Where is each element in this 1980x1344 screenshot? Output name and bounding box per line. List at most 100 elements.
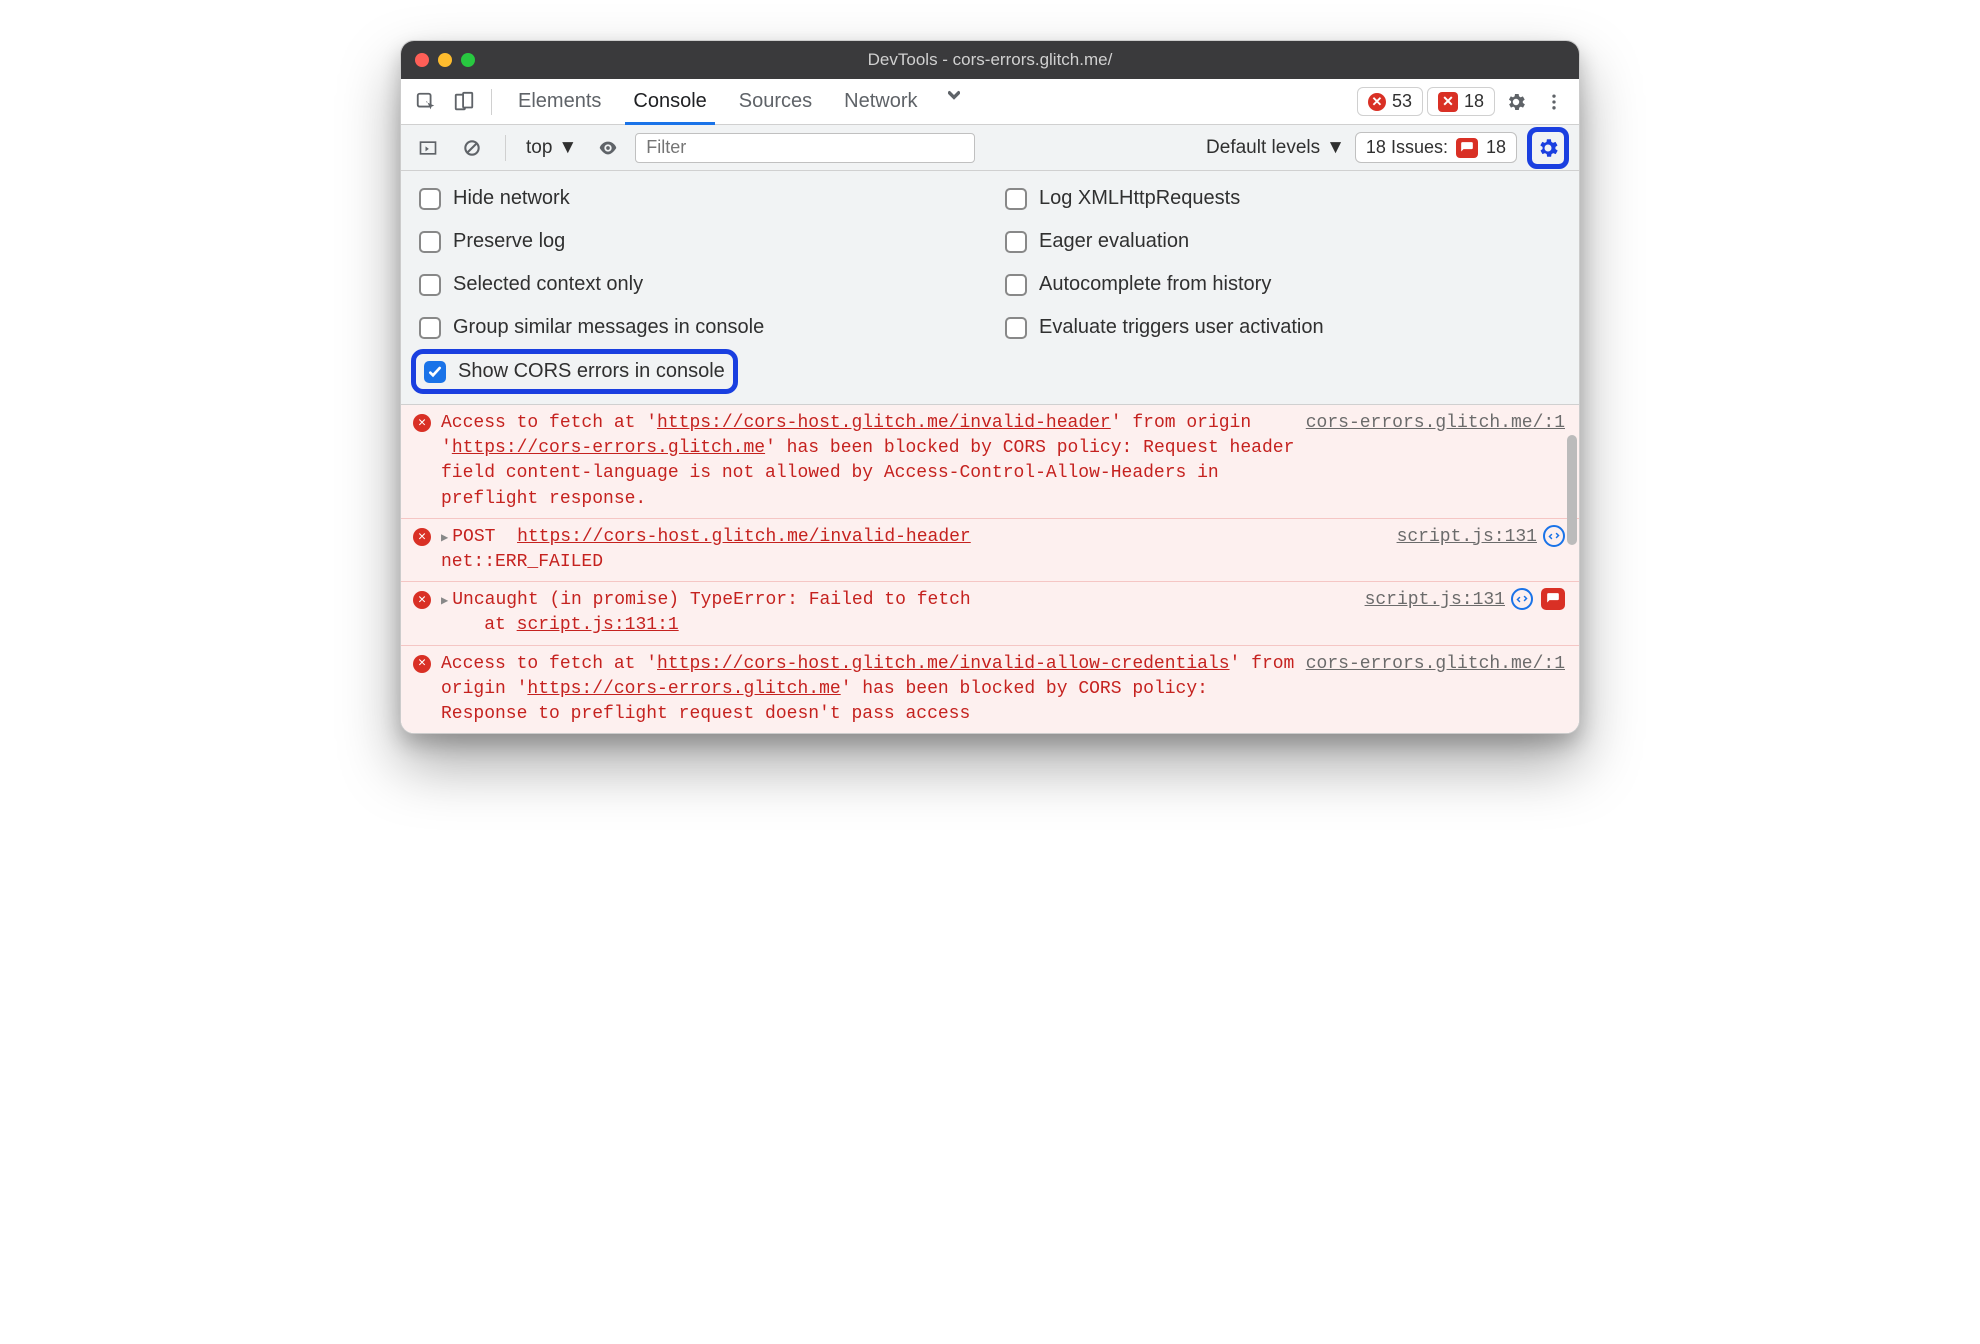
issues-label: 18 Issues: [1366,137,1448,158]
setting-selected-context[interactable]: Selected context only [419,267,975,302]
setting-autocomplete-history[interactable]: Autocomplete from history [1005,267,1561,302]
issues-badge-count: 18 [1486,137,1506,158]
tab-sources[interactable]: Sources [723,79,828,124]
disclosure-triangle-icon[interactable]: ▶ [441,531,448,545]
log-url[interactable]: https://cors-host.glitch.me/invalid-allo… [657,654,1230,674]
error-icon: ✕ [413,591,431,609]
divider [491,89,492,115]
settings-icon[interactable] [1499,85,1533,119]
setting-label: Eager evaluation [1039,230,1189,253]
log-levels-selector[interactable]: Default levels ▼ [1206,137,1345,159]
network-hint-icon[interactable] [1543,525,1565,547]
console-settings-panel: Hide network Log XMLHttpRequests Preserv… [401,171,1579,405]
setting-label: Selected context only [453,273,643,296]
issue-badge-icon[interactable] [1541,588,1565,610]
close-window-button[interactable] [415,53,429,67]
more-tabs-icon[interactable] [934,79,974,113]
console-settings-icon[interactable] [1534,134,1562,162]
checkbox[interactable] [419,188,441,210]
setting-hide-network[interactable]: Hide network [419,181,975,216]
traffic-lights [415,53,475,67]
setting-label: Log XMLHttpRequests [1039,187,1240,210]
setting-preserve-log[interactable]: Preserve log [419,224,975,259]
log-row[interactable]: ✕ Access to fetch at 'https://cors-host.… [401,646,1579,734]
log-message: Access to fetch at 'https://cors-host.gl… [441,411,1565,512]
checkbox[interactable] [1005,274,1027,296]
window-title: DevTools - cors-errors.glitch.me/ [401,50,1579,70]
inspect-element-icon[interactable] [409,85,443,119]
error-icon: ✕ [1368,93,1386,111]
log-row[interactable]: ✕ ▶Uncaught (in promise) TypeError: Fail… [401,582,1579,645]
devtools-window: DevTools - cors-errors.glitch.me/ Elemen… [400,40,1580,734]
toggle-sidebar-icon[interactable] [411,131,445,165]
log-message: ▶Uncaught (in promise) TypeError: Failed… [441,588,1565,638]
issue-count-badge[interactable]: ✕ 18 [1427,87,1495,116]
disclosure-triangle-icon[interactable]: ▶ [441,594,448,608]
setting-label: Show CORS errors in console [458,360,725,383]
log-source-link[interactable]: cors-errors.glitch.me/:1 [1306,413,1565,433]
levels-label: Default levels [1206,137,1320,159]
error-icon: ✕ [413,414,431,432]
context-selector[interactable]: top ▼ [522,137,581,159]
more-menu-icon[interactable] [1537,85,1571,119]
titlebar: DevTools - cors-errors.glitch.me/ [401,41,1579,79]
chevron-down-icon: ▼ [558,137,577,159]
setting-eager-eval[interactable]: Eager evaluation [1005,224,1561,259]
checkbox[interactable] [424,361,446,383]
log-source-link[interactable]: script.js:131 [1365,588,1505,613]
issue-icon [1456,138,1478,158]
clear-console-icon[interactable] [455,131,489,165]
setting-label: Hide network [453,187,570,210]
checkbox[interactable] [419,317,441,339]
chevron-down-icon: ▼ [1326,137,1345,159]
live-expression-icon[interactable] [591,131,625,165]
setting-group-similar[interactable]: Group similar messages in console [419,310,975,345]
log-message: ▶POST https://cors-host.glitch.me/invali… [441,525,1565,575]
setting-cors-highlight: Show CORS errors in console [411,349,738,394]
tab-elements[interactable]: Elements [502,79,617,124]
log-row[interactable]: ✕ Access to fetch at 'https://cors-host.… [401,405,1579,519]
setting-label: Autocomplete from history [1039,273,1271,296]
stack-link[interactable]: script.js:131:1 [517,615,679,635]
scrollbar[interactable] [1567,435,1577,545]
log-url[interactable]: https://cors-host.glitch.me/invalid-head… [657,413,1111,433]
setting-label: Group similar messages in console [453,316,764,339]
setting-show-cors-errors[interactable]: Show CORS errors in console [424,358,725,385]
checkbox[interactable] [1005,317,1027,339]
main-toolbar: Elements Console Sources Network ✕ 53 ✕ … [401,79,1579,125]
issues-button[interactable]: 18 Issues: 18 [1355,132,1517,163]
tab-console[interactable]: Console [617,79,722,124]
error-icon: ✕ [413,528,431,546]
setting-evaluate-triggers[interactable]: Evaluate triggers user activation [1005,310,1561,345]
filter-input[interactable] [635,133,975,163]
device-toggle-icon[interactable] [447,85,481,119]
checkbox[interactable] [419,231,441,253]
network-hint-icon[interactable] [1511,588,1533,610]
error-count: 53 [1392,91,1412,112]
checkbox[interactable] [1005,188,1027,210]
log-url[interactable]: https://cors-host.glitch.me/invalid-head… [517,527,971,547]
log-source-link[interactable]: cors-errors.glitch.me/:1 [1306,654,1565,674]
setting-label: Preserve log [453,230,565,253]
log-url[interactable]: https://cors-errors.glitch.me [527,679,840,699]
context-label: top [526,137,552,159]
issue-icon: ✕ [1438,92,1458,112]
divider [505,135,506,161]
setting-label: Evaluate triggers user activation [1039,316,1324,339]
log-url[interactable]: https://cors-errors.glitch.me [452,438,765,458]
log-message: Access to fetch at 'https://cors-host.gl… [441,652,1565,728]
zoom-window-button[interactable] [461,53,475,67]
error-icon: ✕ [413,655,431,673]
panel-tabs: Elements Console Sources Network [502,79,974,124]
log-source-link[interactable]: script.js:131 [1397,525,1537,550]
log-row[interactable]: ✕ ▶POST https://cors-host.glitch.me/inva… [401,519,1579,582]
console-settings-highlight [1527,127,1569,169]
checkbox[interactable] [419,274,441,296]
issue-count: 18 [1464,91,1484,112]
tab-network[interactable]: Network [828,79,933,124]
checkbox[interactable] [1005,231,1027,253]
minimize-window-button[interactable] [438,53,452,67]
error-count-badge[interactable]: ✕ 53 [1357,87,1423,116]
setting-log-xhr[interactable]: Log XMLHttpRequests [1005,181,1561,216]
console-toolbar: top ▼ Default levels ▼ 18 Issues: 18 [401,125,1579,171]
